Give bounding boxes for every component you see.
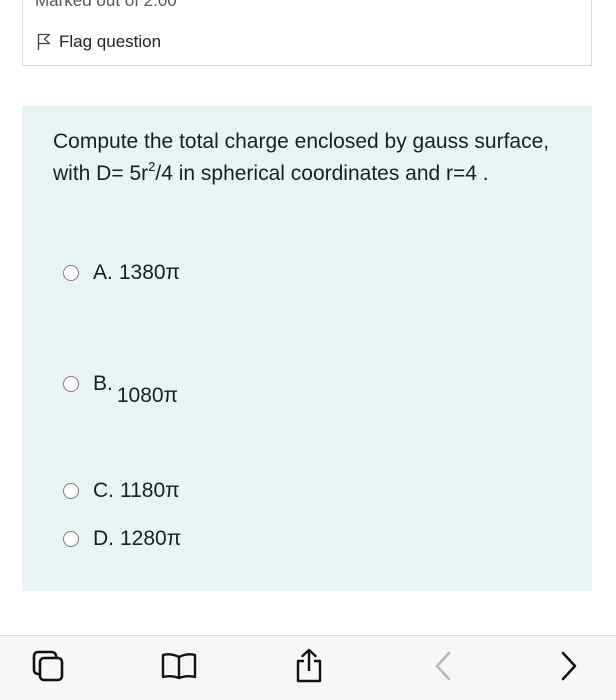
question-text-after: /4 in spherical coordinates and r=4 . [155, 162, 489, 185]
share-icon [293, 648, 325, 689]
flag-question-label: Flag question [59, 32, 162, 51]
radio-b[interactable] [63, 376, 79, 392]
share-button[interactable] [289, 648, 329, 689]
question-text: Compute the total charge enclosed by gau… [53, 126, 553, 190]
forward-icon [557, 650, 581, 687]
radio-a[interactable] [63, 265, 79, 281]
bookmarks-icon [159, 651, 199, 686]
flag-icon [37, 33, 51, 51]
option-a-value: 1380π [118, 261, 181, 284]
back-button[interactable] [423, 650, 463, 686]
tabs-icon [31, 649, 65, 688]
option-b-letter: B. [93, 372, 113, 395]
option-c-value: 1180π [120, 479, 180, 502]
answer-option-d[interactable]: D. 1280π [63, 527, 181, 551]
answer-option-b[interactable]: B. 1080π [63, 372, 178, 407]
flag-question-link[interactable]: Flag question [37, 32, 161, 52]
option-d-value: 1280π [120, 527, 182, 550]
forward-button[interactable] [549, 650, 589, 686]
marked-out-text: Marked out of 2.00 [35, 0, 177, 10]
option-a-letter: A. [93, 261, 113, 284]
question-panel: Compute the total charge enclosed by gau… [22, 106, 592, 591]
option-c-letter: C. [93, 479, 114, 502]
radio-d[interactable] [63, 531, 79, 547]
bookmarks-button[interactable] [159, 650, 199, 686]
question-info-box: Marked out of 2.00 Flag question [22, 0, 592, 66]
tabs-button[interactable] [28, 650, 68, 686]
answer-option-a[interactable]: A. 1380π [63, 261, 180, 285]
radio-c[interactable] [63, 483, 79, 499]
option-d-letter: D. [93, 527, 114, 550]
back-icon [431, 650, 455, 687]
answer-option-c[interactable]: C. 1180π [63, 479, 180, 503]
browser-toolbar [0, 635, 616, 700]
option-b-value: 1080π [116, 384, 179, 407]
